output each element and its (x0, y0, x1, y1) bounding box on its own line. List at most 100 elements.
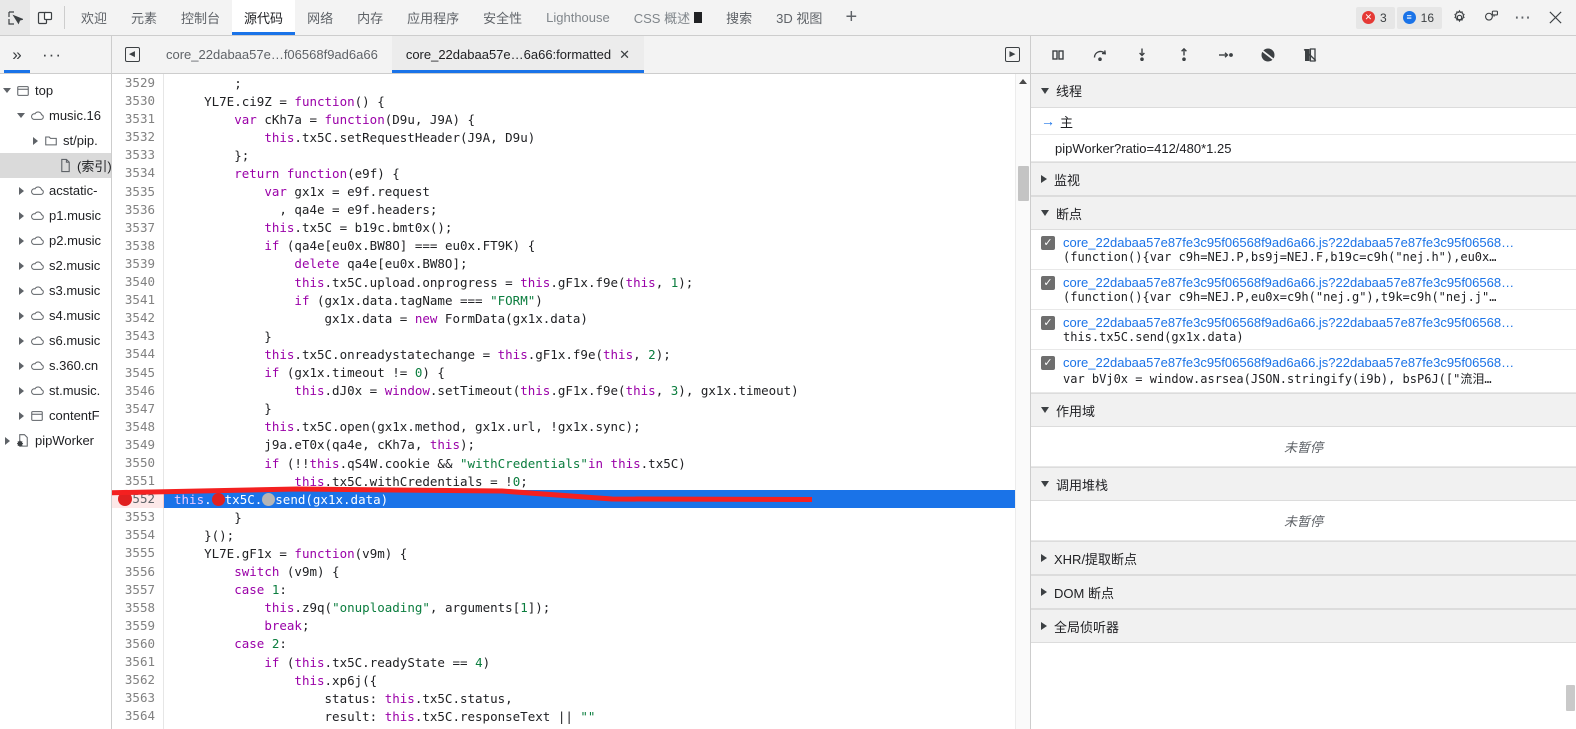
step-over-button[interactable] (1087, 42, 1113, 68)
code-line[interactable]: 3546 this.dJ0x = window.setTimeout(this.… (112, 381, 1030, 400)
step-button[interactable] (1213, 42, 1239, 68)
breakpoint-checkbox[interactable]: ✓ (1041, 276, 1055, 290)
line-number[interactable]: 3538 (112, 236, 164, 255)
tree-item-music16[interactable]: music.16 (0, 103, 111, 128)
tab-css-overview[interactable]: CSS 概述 (622, 0, 714, 35)
close-icon[interactable] (1540, 10, 1570, 25)
step-out-button[interactable] (1171, 42, 1197, 68)
code-line[interactable]: 3561 if (this.tx5C.readyState == 4) (112, 653, 1030, 672)
thread-item[interactable]: → 主 (1031, 108, 1576, 135)
tree-item-s2music[interactable]: s2.music (0, 253, 111, 278)
code-line[interactable]: 3551 this.tx5C.withCredentials = !0; (112, 472, 1030, 491)
scroll-up-arrow-icon[interactable] (1019, 79, 1027, 84)
tab-welcome[interactable]: 欢迎 (69, 0, 119, 35)
code-line[interactable]: 3553 } (112, 508, 1030, 527)
line-number[interactable]: 3563 (112, 689, 164, 708)
line-number[interactable]: 3558 (112, 598, 164, 617)
line-number[interactable]: 3545 (112, 363, 164, 382)
sidebar-scrollbar-thumb[interactable] (1566, 685, 1575, 711)
tree-twisty-closed[interactable] (14, 236, 28, 245)
code-line[interactable]: 3534 return function(e9f) { (112, 164, 1030, 183)
code-line[interactable]: 3529 ; (112, 74, 1030, 93)
tab-network[interactable]: 网络 (295, 0, 345, 35)
code-line[interactable]: 3538 if (qa4e[eu0x.BW8O] === eu0x.FT9K) … (112, 236, 1030, 255)
tab-lighthouse[interactable]: Lighthouse (534, 0, 622, 35)
breakpoint-item[interactable]: ✓ core_22dabaa57e87fe3c95f06568f9ad6a66.j… (1031, 270, 1576, 310)
code-line[interactable]: 3557 case 1: (112, 580, 1030, 599)
code-line[interactable]: 3564 result: this.tx5C.responseText || "… (112, 707, 1030, 726)
tree-item-p1music[interactable]: p1.music (0, 203, 111, 228)
breakpoint-marker-icon[interactable] (118, 492, 132, 507)
pause-resume-button[interactable] (1045, 42, 1071, 68)
line-number[interactable]: 3554 (112, 526, 164, 545)
tree-item-acstatic[interactable]: acstatic- (0, 178, 111, 203)
line-number[interactable]: 3543 (112, 327, 164, 346)
tree-twisty-closed[interactable] (14, 186, 28, 195)
tree-item-stmusic[interactable]: st.music. (0, 378, 111, 403)
code-line[interactable]: 3558 this.z9q("onuploading", arguments[1… (112, 598, 1030, 617)
tree-item-s6music[interactable]: s6.music (0, 328, 111, 353)
code-editor[interactable]: 3529 ; 3530 YL7E.ci9Z = function() {3531 … (112, 74, 1030, 729)
tab-memory[interactable]: 内存 (345, 0, 395, 35)
code-line[interactable]: 3535 var gx1x = e9f.request (112, 182, 1030, 201)
code-line[interactable]: 3540 this.tx5C.upload.onprogress = this.… (112, 273, 1030, 292)
code-line[interactable]: 3548 this.tx5C.open(gx1x.method, gx1x.ur… (112, 417, 1030, 436)
editor-vertical-scrollbar[interactable] (1015, 74, 1030, 729)
device-toolbar-icon[interactable] (30, 0, 60, 35)
info-count-badge[interactable]: ≡ 16 (1396, 6, 1442, 29)
line-number[interactable]: 3561 (112, 653, 164, 672)
code-line[interactable]: 3554 }(); (112, 526, 1030, 545)
line-number[interactable]: 3553 (112, 508, 164, 527)
line-number[interactable]: 3552 (112, 490, 164, 509)
section-global-listeners[interactable]: 全局侦听器 (1031, 609, 1576, 643)
section-watch[interactable]: 监视 (1031, 162, 1576, 196)
code-line[interactable]: 3533 }; (112, 146, 1030, 165)
tab-security[interactable]: 安全性 (471, 0, 534, 35)
line-number[interactable]: 3559 (112, 616, 164, 635)
debugger-sidebar[interactable]: 线程 → 主 pipWorker?ratio=412/480*1.25 监视 断点 ✓ cor… (1030, 74, 1576, 729)
inspect-element-icon[interactable] (0, 0, 30, 35)
code-line[interactable]: 3530 YL7E.ci9Z = function() { (112, 92, 1030, 111)
code-line[interactable]: 3556 switch (v9m) { (112, 562, 1030, 581)
breakpoint-checkbox[interactable]: ✓ (1041, 236, 1055, 250)
tree-item-[interactable]: (索引) (0, 153, 111, 178)
line-number[interactable]: 3548 (112, 417, 164, 436)
deactivate-breakpoints-button[interactable] (1255, 42, 1281, 68)
line-number[interactable]: 3542 (112, 309, 164, 328)
thread-item[interactable]: pipWorker?ratio=412/480*1.25 (1031, 135, 1576, 162)
navigator-more-options-button[interactable]: ··· (34, 36, 70, 73)
code-line[interactable]: 3550 if (!!this.qS4W.cookie && "withCred… (112, 453, 1030, 473)
line-number[interactable]: 3529 (112, 74, 164, 93)
code-line[interactable]: 3543 } (112, 327, 1030, 346)
code-line[interactable]: 3563 status: this.tx5C.status, (112, 689, 1030, 708)
line-number[interactable]: 3565 (112, 725, 164, 729)
tab-console[interactable]: 控制台 (169, 0, 232, 35)
breakpoint-item[interactable]: ✓ core_22dabaa57e87fe3c95f06568f9ad6a66.j… (1031, 230, 1576, 270)
line-number[interactable]: 3557 (112, 580, 164, 599)
line-number[interactable]: 3551 (112, 472, 164, 491)
tab-search[interactable]: 搜索 (714, 0, 764, 35)
line-number[interactable]: 3537 (112, 218, 164, 237)
step-into-button[interactable] (1129, 42, 1155, 68)
code-line[interactable]: 3562 this.xp6j({ (112, 671, 1030, 690)
line-number[interactable]: 3556 (112, 562, 164, 581)
pause-on-exceptions-button[interactable] (1297, 42, 1323, 68)
line-number[interactable]: 3550 (112, 453, 164, 473)
line-number[interactable]: 3534 (112, 164, 164, 183)
tree-item-stpip[interactable]: st/pip. (0, 128, 111, 153)
scrollbar-thumb[interactable] (1018, 166, 1029, 201)
line-number[interactable]: 3562 (112, 671, 164, 690)
more-options-icon[interactable]: ⋯ (1508, 9, 1538, 26)
code-line[interactable]: 3541 if (gx1x.data.tagName === "FORM") (112, 291, 1030, 310)
gear-icon[interactable] (1444, 9, 1474, 26)
tree-twisty-closed[interactable] (14, 286, 28, 295)
code-line[interactable]: 3532 this.tx5C.setRequestHeader(J9A, D9u… (112, 128, 1030, 147)
tree-twisty-closed[interactable] (0, 436, 14, 445)
breakpoint-item[interactable]: ✓ core_22dabaa57e87fe3c95f06568f9ad6a66.j… (1031, 350, 1576, 393)
error-count-badge[interactable]: ✕ 3 (1355, 6, 1395, 29)
tab-sources[interactable]: 源代码 (232, 0, 296, 35)
code-line[interactable]: 3552 this. tx5C. send(gx1x.data) (112, 490, 1030, 509)
show-navigator-button[interactable]: » (0, 36, 34, 73)
line-number[interactable]: 3544 (112, 345, 164, 364)
tree-item-s3music[interactable]: s3.music (0, 278, 111, 303)
